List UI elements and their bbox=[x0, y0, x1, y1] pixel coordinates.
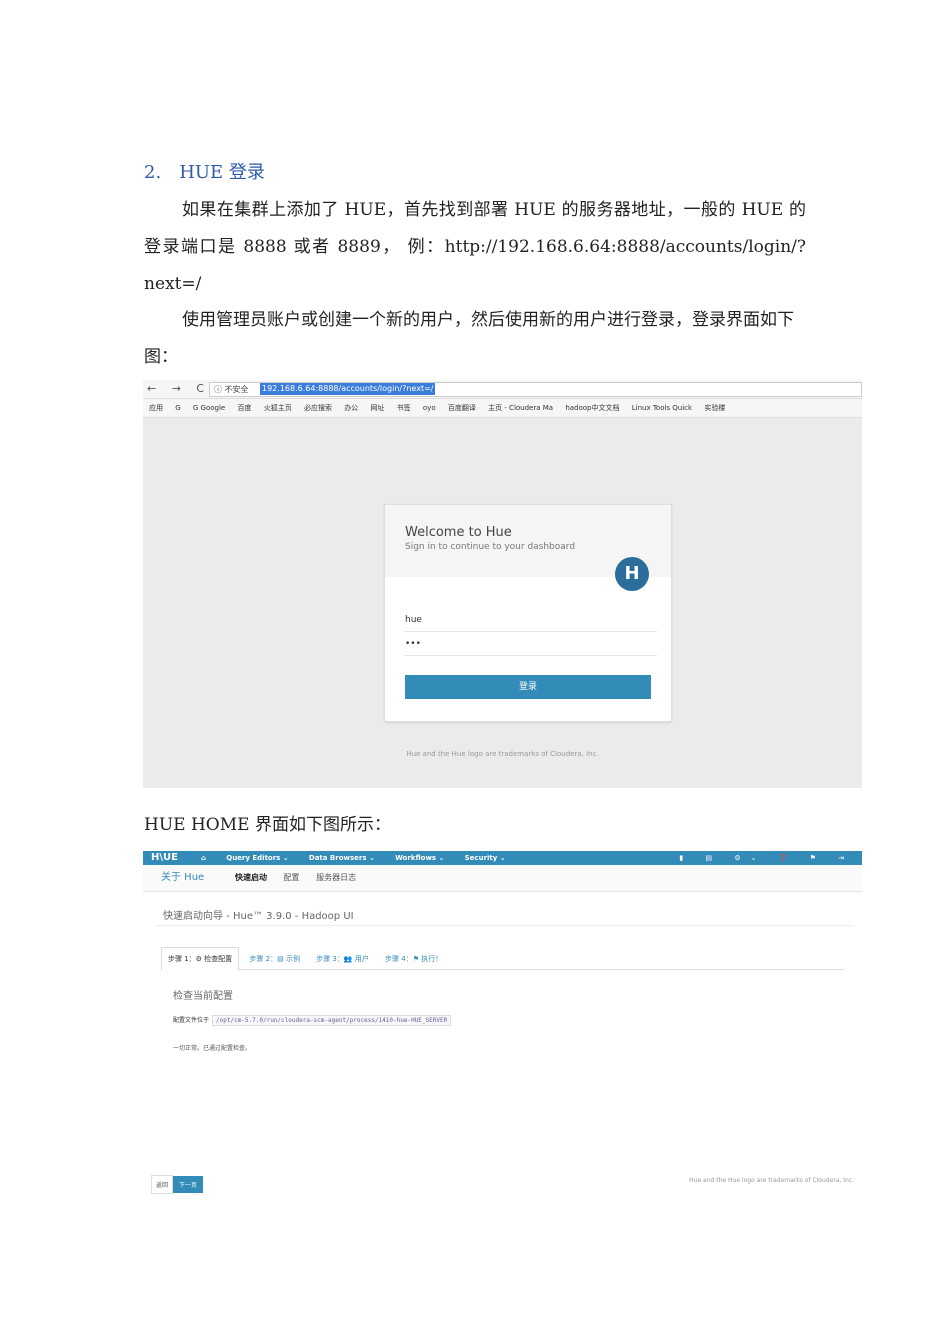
hue-brand-logo[interactable]: H\UE bbox=[151, 851, 178, 865]
sub-nav: 关于 Hue 快速启动 配置 服务器日志 bbox=[143, 865, 862, 892]
login-title: Welcome to Hue bbox=[405, 525, 512, 540]
login-screenshot: ← → C ⌂ ⓘ 不安全 192.168.6.64:8888/accounts… bbox=[143, 380, 862, 788]
top-right-icons[interactable]: ▮ ▤ ⚙⌄ ❓ ⚑ ⇥ bbox=[679, 851, 854, 865]
wizard-steps: 步骤 1：⚙ 检查配置 步骤 2：▤ 示例 步骤 3：👥 用户 步骤 4：⚑ 执… bbox=[161, 947, 844, 971]
home-screenshot: H\UE ⌂ Query Editors ⌄ Data Browsers ⌄ W… bbox=[143, 851, 862, 1196]
next-button[interactable]: 下一页 bbox=[173, 1176, 204, 1193]
browser-address-bar: ← → C ⌂ ⓘ 不安全 192.168.6.64:8888/accounts… bbox=[143, 380, 862, 399]
bookmark-item[interactable]: 火狐主页 bbox=[264, 404, 292, 412]
wizard-title: 快速启动向导 - Hue™ 3.9.0 - Hadoop UI bbox=[163, 911, 354, 922]
wizard-nav-buttons: 返回 下一页 bbox=[151, 1175, 204, 1194]
login-card-header: Welcome to Hue Sign in to continue to yo… bbox=[385, 505, 671, 591]
step-3-tab[interactable]: 步骤 3：👥 用户 bbox=[310, 948, 375, 970]
bookmark-item[interactable]: 百度翻译 bbox=[448, 404, 476, 412]
bookmark-item[interactable]: 书签 bbox=[397, 404, 411, 412]
bookmark-item[interactable]: 实验楼 bbox=[704, 404, 725, 412]
url-box[interactable]: ⓘ 不安全 192.168.6.64:8888/accounts/login/?… bbox=[209, 382, 862, 397]
tab-config[interactable]: 配置 bbox=[284, 873, 300, 882]
step-1-tab[interactable]: 步骤 1：⚙ 检查配置 bbox=[161, 947, 240, 971]
top-menu: ⌂ Query Editors ⌄ Data Browsers ⌄ Workfl… bbox=[201, 851, 524, 865]
paragraph-login: 使用管理员账户或创建一个新的用户，然后使用新的用户进行登录，登录界面如下图： bbox=[144, 310, 794, 367]
menu-query-editors[interactable]: Query Editors ⌄ bbox=[226, 854, 288, 862]
menu-data-browsers[interactable]: Data Browsers ⌄ bbox=[309, 854, 375, 862]
divider bbox=[155, 925, 854, 926]
config-location: 配置文件位于/opt/cm-5.7.0/run/cloudera-scm-age… bbox=[173, 1015, 452, 1026]
hue-logo-icon: H bbox=[615, 557, 649, 591]
config-label: 配置文件位于 bbox=[173, 1017, 210, 1024]
section-title: HUE 登录 bbox=[179, 162, 265, 183]
bookmark-item[interactable]: hadoop中文文档 bbox=[565, 404, 619, 412]
section-heading: 2. HUE 登录 bbox=[144, 158, 265, 184]
username-input[interactable]: hue bbox=[405, 615, 657, 632]
bookmark-item[interactable]: Linux Tools Quick bbox=[632, 404, 692, 412]
login-button[interactable]: 登录 bbox=[405, 675, 651, 699]
url-text[interactable]: 192.168.6.64:8888/accounts/login/?next=/ bbox=[260, 383, 436, 395]
bookmark-item[interactable]: 应用 bbox=[149, 404, 163, 412]
bookmark-item[interactable]: G Google bbox=[193, 404, 225, 412]
paragraph-home: HUE HOME 界面如下图所示： bbox=[144, 815, 391, 835]
step-4-tab[interactable]: 步骤 4：⚑ 执行！ bbox=[379, 948, 448, 970]
login-footer: Hue and the Hue logo are trademarks of C… bbox=[406, 750, 599, 758]
menu-workflows[interactable]: Workflows ⌄ bbox=[395, 854, 444, 862]
bookmark-item[interactable]: 网址 bbox=[370, 404, 384, 412]
config-path: /opt/cm-5.7.0/run/cloudera-scm-agent/pro… bbox=[212, 1015, 452, 1026]
check-config-heading: 检查当前配置 bbox=[173, 991, 233, 1002]
sub-nav-tabs: 快速启动 配置 服务器日志 bbox=[235, 865, 370, 891]
bookmark-item[interactable]: oyo bbox=[423, 404, 436, 412]
bookmark-item[interactable]: G bbox=[175, 404, 180, 412]
section-number: 2. bbox=[144, 162, 162, 183]
menu-security[interactable]: Security ⌄ bbox=[465, 854, 506, 862]
about-hue-link[interactable]: 关于 Hue bbox=[161, 865, 204, 891]
bookmark-item[interactable]: 百度 bbox=[237, 404, 251, 412]
bookmark-item[interactable]: 主页 - Cloudera Ma bbox=[488, 404, 553, 412]
home-icon[interactable]: ⌂ bbox=[201, 854, 206, 862]
insecure-label: ⓘ 不安全 bbox=[214, 385, 249, 394]
tab-server-logs[interactable]: 服务器日志 bbox=[316, 873, 356, 882]
bookmark-item[interactable]: 必应搜索 bbox=[304, 404, 332, 412]
paragraph-intro: 如果在集群上添加了 HUE，首先找到部署 HUE 的服务器地址，一般的 HUE … bbox=[144, 200, 806, 294]
config-ok-text: 一切正常。已通过配置检查。 bbox=[173, 1045, 252, 1052]
tab-quick-start[interactable]: 快速启动 bbox=[235, 873, 267, 882]
password-input[interactable]: ••• bbox=[405, 639, 657, 656]
login-subtitle: Sign in to continue to your dashboard bbox=[405, 542, 576, 552]
step-2-tab[interactable]: 步骤 2：▤ 示例 bbox=[243, 948, 306, 970]
bookmarks-bar: 应用 G G Google 百度 火狐主页 必应搜索 办公 网址 书签 oyo … bbox=[143, 399, 862, 418]
hue-top-nav: H\UE ⌂ Query Editors ⌄ Data Browsers ⌄ W… bbox=[143, 851, 862, 865]
login-card: Welcome to Hue Sign in to continue to yo… bbox=[384, 504, 672, 722]
bookmark-item[interactable]: 办公 bbox=[344, 404, 358, 412]
home-footer: Hue and the Hue logo are trademarks of C… bbox=[689, 1177, 854, 1184]
back-button[interactable]: 返回 bbox=[151, 1175, 174, 1194]
